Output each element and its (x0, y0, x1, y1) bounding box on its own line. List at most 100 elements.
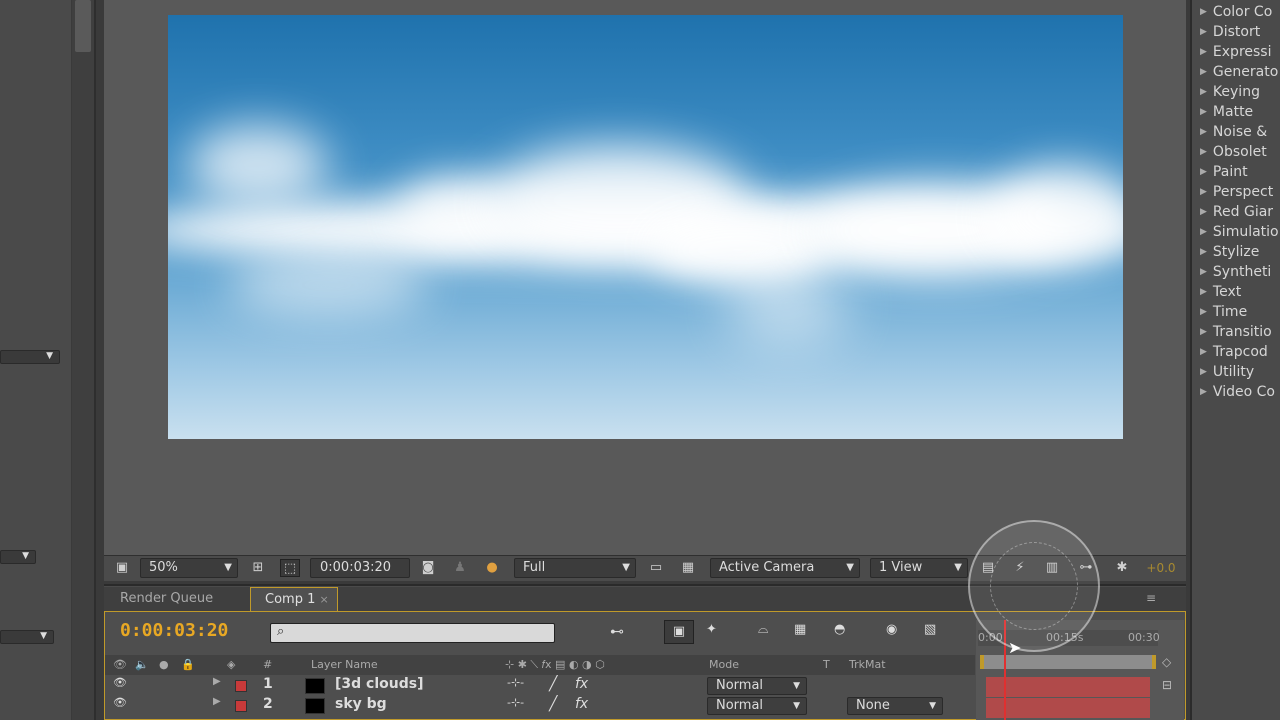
blend-mode-dropdown[interactable]: Normal ▼ (707, 677, 807, 695)
show-snapshot-icon[interactable]: ♟ (450, 559, 470, 577)
effect-category[interactable]: ▶ Stylize (1200, 244, 1259, 264)
effect-category[interactable]: ▶ Trapcod (1200, 344, 1268, 364)
layer-icon[interactable]: ⊟ (1162, 678, 1172, 692)
lock-icon[interactable]: 🔒 (181, 658, 195, 671)
label-color-swatch[interactable] (235, 680, 247, 692)
layer-duration-bar[interactable] (986, 677, 1150, 697)
expand-triangle-icon[interactable]: ▶ (1200, 287, 1207, 297)
quality-icon[interactable]: ╱ (549, 696, 557, 712)
region-of-interest-icon[interactable]: ▭ (646, 559, 666, 577)
effect-category[interactable]: ▶ Text (1200, 284, 1241, 304)
fx-icon[interactable]: fx (575, 676, 588, 692)
expand-triangle-icon[interactable]: ▶ (1200, 327, 1207, 337)
comp-button-icon[interactable]: ◇ (1162, 655, 1171, 669)
toggle-transparency-icon[interactable]: ▦ (678, 559, 698, 577)
eye-icon[interactable]: 👁 (113, 696, 127, 709)
live-update-icon[interactable]: ▣ (664, 620, 694, 644)
tab-render-queue[interactable]: Render Queue (106, 587, 227, 611)
effect-category[interactable]: ▶ Expressi (1200, 44, 1271, 64)
expand-triangle-icon[interactable]: ▶ (1200, 87, 1207, 97)
panel-menu-icon[interactable]: ≡ (1146, 591, 1156, 605)
left-dropdown-3[interactable]: ▼ (0, 630, 54, 644)
expand-triangle-icon[interactable]: ▶ (1200, 367, 1207, 377)
graph-editor-icon[interactable]: ▧ (924, 622, 936, 637)
audio-icon[interactable]: 🔈 (135, 658, 149, 671)
effect-category[interactable]: ▶ Simulatio (1200, 224, 1279, 244)
effect-category[interactable]: ▶ Generato (1200, 64, 1278, 84)
effect-category[interactable]: ▶ Keying (1200, 84, 1260, 104)
view-layout-dropdown[interactable]: 1 View ▼ (870, 558, 968, 578)
eye-icon[interactable]: 👁 (113, 676, 127, 689)
effect-category[interactable]: ▶ Syntheti (1200, 264, 1271, 284)
shy-switch-icon[interactable]: -⊹- (507, 696, 524, 709)
toggle-mask-icon[interactable]: ⬚ (280, 559, 300, 577)
label-color-swatch[interactable] (235, 700, 247, 712)
expand-triangle-icon[interactable]: ▶ (1200, 127, 1207, 137)
blend-mode-dropdown[interactable]: Normal ▼ (707, 697, 807, 715)
layer-duration-bar[interactable] (986, 698, 1150, 718)
column-layer-name[interactable]: Layer Name (311, 658, 378, 671)
expand-triangle-icon[interactable]: ▶ (1200, 7, 1207, 17)
quality-icon[interactable]: ╱ (549, 676, 557, 692)
composition-frame[interactable] (168, 15, 1123, 439)
left-dropdown-1[interactable]: ▼ (0, 350, 60, 364)
exposure-value[interactable]: +0.0 (1140, 559, 1182, 577)
draft-3d-icon[interactable]: ✦ (706, 622, 717, 637)
layer-row[interactable]: 👁 ▶ 1 [3d clouds] -⊹- ╱ fx Normal ▼ (105, 676, 975, 696)
always-preview-icon[interactable]: ▣ (112, 559, 132, 577)
effect-category[interactable]: ▶ Obsolet (1200, 144, 1267, 164)
layer-name[interactable]: sky bg (335, 696, 387, 712)
expand-triangle-icon[interactable]: ▶ (1200, 187, 1207, 197)
magnification-dropdown[interactable]: 50% ▼ (140, 558, 238, 578)
channel-icon[interactable]: ● (482, 559, 502, 577)
expand-triangle-icon[interactable]: ▶ (1200, 347, 1207, 357)
expand-triangle-icon[interactable]: ▶ (1200, 47, 1207, 57)
expand-triangle-icon[interactable]: ▶ (213, 676, 221, 687)
solo-icon[interactable]: ● (159, 658, 169, 671)
left-scrollbar-thumb[interactable] (75, 0, 91, 52)
effect-category[interactable]: ▶ Transitio (1200, 324, 1272, 344)
work-area-bar[interactable] (980, 655, 1156, 669)
expand-triangle-icon[interactable]: ▶ (1200, 307, 1207, 317)
layer-name[interactable]: [3d clouds] (335, 676, 423, 692)
effect-category[interactable]: ▶ Perspect (1200, 184, 1273, 204)
effect-category[interactable]: ▶ Time (1200, 304, 1247, 324)
close-icon[interactable]: × (320, 593, 329, 606)
snapshot-icon[interactable]: ◙ (418, 559, 438, 577)
brainstorm-icon[interactable]: ◉ (886, 622, 897, 637)
search-input[interactable]: ⌕ (270, 623, 555, 643)
left-dropdown-2[interactable]: ▼ (0, 550, 36, 564)
effect-category[interactable]: ▶ Utility (1200, 364, 1254, 384)
left-scrollbar[interactable] (72, 0, 94, 720)
track-matte-dropdown[interactable]: None ▼ (847, 697, 943, 715)
effect-category[interactable]: ▶ Paint (1200, 164, 1248, 184)
effect-category[interactable]: ▶ Matte (1200, 104, 1253, 124)
effect-category[interactable]: ▶ Color Co (1200, 4, 1272, 24)
expand-triangle-icon[interactable]: ▶ (1200, 267, 1207, 277)
label-icon[interactable]: ◈ (227, 658, 235, 671)
tab-comp-1[interactable]: Comp 1 × (250, 587, 338, 611)
expand-triangle-icon[interactable]: ▶ (1200, 107, 1207, 117)
current-time[interactable]: 0:00:03:20 (120, 620, 228, 641)
motion-blur-icon[interactable]: ◓ (834, 622, 845, 637)
effect-category[interactable]: ▶ Noise & (1200, 124, 1267, 144)
expand-triangle-icon[interactable]: ▶ (213, 696, 221, 707)
eye-icon[interactable]: 👁 (113, 658, 127, 671)
expand-triangle-icon[interactable]: ▶ (1200, 207, 1207, 217)
expand-triangle-icon[interactable]: ▶ (1200, 27, 1207, 37)
expand-triangle-icon[interactable]: ▶ (1200, 387, 1207, 397)
shy-switch-icon[interactable]: -⊹- (507, 676, 524, 689)
expand-triangle-icon[interactable]: ▶ (1200, 147, 1207, 157)
layer-row[interactable]: 👁 ▶ 2 sky bg -⊹- ╱ fx Normal ▼ None ▼ (105, 696, 975, 716)
expand-triangle-icon[interactable]: ▶ (1200, 227, 1207, 237)
effect-category[interactable]: ▶ Distort (1200, 24, 1260, 44)
frame-blending-icon[interactable]: ▦ (794, 622, 806, 637)
fx-icon[interactable]: fx (575, 696, 588, 712)
expand-triangle-icon[interactable]: ▶ (1200, 167, 1207, 177)
shy-icon[interactable]: ⌓ (758, 622, 768, 637)
composition-mini-flowchart-icon[interactable]: ⊷ (610, 624, 624, 640)
resolution-dropdown[interactable]: Full ▼ (514, 558, 636, 578)
effect-category[interactable]: ▶ Red Giar (1200, 204, 1273, 224)
expand-triangle-icon[interactable]: ▶ (1200, 247, 1207, 257)
current-time-display[interactable]: 0:00:03:20 (310, 558, 410, 578)
